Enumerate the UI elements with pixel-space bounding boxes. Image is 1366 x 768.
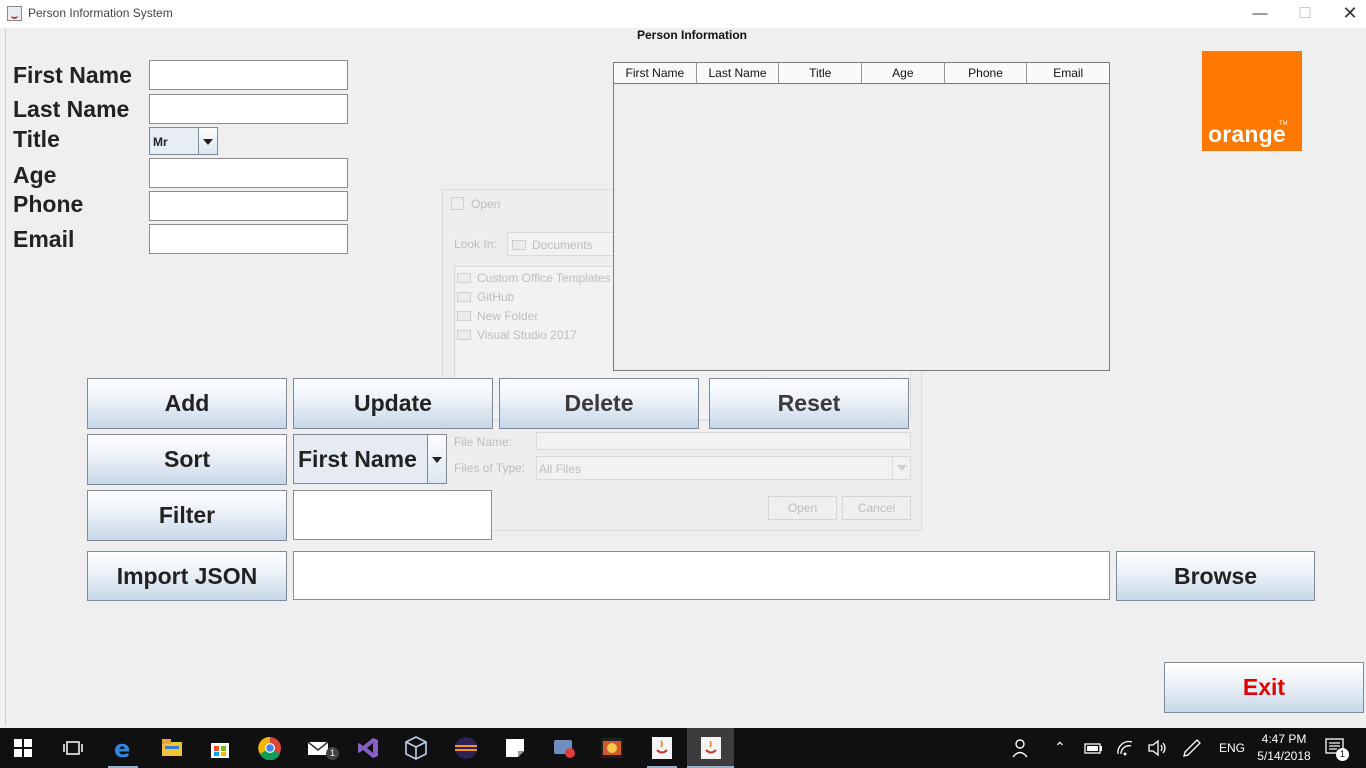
clock-date[interactable]: 5/14/2018 [1253,749,1315,763]
sticky-notes-icon[interactable] [503,736,527,760]
folder-icon [457,273,471,283]
title-select-value: Mr [153,135,168,149]
eclipse-icon[interactable] [454,736,478,760]
list-item[interactable]: New Folder [457,309,538,323]
table-header: First Name Last Name Title Age Phone Ema… [614,63,1109,84]
volume-icon[interactable] [1146,736,1170,760]
email-field[interactable] [149,224,348,254]
chevron-up-icon[interactable]: ⌃ [1054,739,1066,756]
java-app-icon [7,6,22,21]
sort-by-select[interactable]: First Name [293,434,447,484]
title-bar: Person Information System — ☐ ✕ [0,0,1366,28]
sort-button[interactable]: Sort [87,434,287,485]
title-label: Title [13,126,60,152]
chevron-down-icon[interactable] [427,435,446,483]
dialog-open-button[interactable]: Open [768,496,837,520]
svg-text:e: e [114,736,130,760]
first-name-label: First Name [13,62,132,88]
minimize-button[interactable]: — [1237,0,1283,28]
add-button[interactable]: Add [87,378,287,429]
folder-icon [512,240,526,250]
virtualbox-icon[interactable] [404,736,428,760]
json-path-input[interactable] [293,551,1110,600]
list-item[interactable]: Custom Office Templates [457,271,611,285]
first-name-field[interactable] [149,60,348,90]
column-header-email[interactable]: Email [1027,63,1109,83]
visual-studio-icon[interactable] [356,736,380,760]
chrome-icon[interactable] [258,736,282,760]
taskbar: e 1 ⌃ ENG 4:47 PM 5/14/2018 1 [0,728,1366,768]
window-title: Person Information System [28,6,173,20]
column-header-title[interactable]: Title [779,63,863,83]
column-header-last-name[interactable]: Last Name [697,63,780,83]
folder-name: GitHub [477,290,515,304]
folder-name: New Folder [477,309,539,323]
files-of-type-select[interactable]: All Files [536,456,911,480]
people-icon[interactable] [1010,736,1034,760]
chevron-down-icon[interactable] [198,128,217,154]
browse-button[interactable]: Browse [1116,551,1315,601]
file-name-field[interactable] [536,432,911,450]
dialog-title: Open [471,197,501,211]
logo-trademark: TM [1279,121,1288,127]
folder-icon [457,292,471,302]
files-of-type-value: All Files [539,462,582,476]
age-field[interactable] [149,158,348,188]
last-name-field[interactable] [149,94,348,124]
windows-start-icon[interactable] [14,739,32,757]
java-app-icon[interactable] [699,736,723,760]
dialog-cancel-button[interactable]: Cancel [842,496,911,520]
delete-button[interactable]: Delete [499,378,699,429]
reset-button[interactable]: Reset [709,378,909,429]
wifi-icon[interactable] [1114,736,1138,760]
task-view-icon[interactable] [61,736,85,760]
game-icon[interactable] [600,736,624,760]
title-select[interactable]: Mr [149,127,218,155]
chevron-down-icon[interactable] [892,457,910,479]
last-name-label: Last Name [13,96,130,122]
maximize-button[interactable]: ☐ [1282,0,1328,28]
filter-button[interactable]: Filter [87,490,287,541]
snipping-tool-icon[interactable] [552,736,576,760]
person-table[interactable]: First Name Last Name Title Age Phone Ema… [613,62,1110,371]
file-explorer-icon[interactable] [160,736,184,760]
exit-button[interactable]: Exit [1164,662,1364,713]
folder-icon [457,330,471,340]
update-button[interactable]: Update [293,378,493,429]
files-of-type-label: Files of Type: [454,461,526,475]
filter-input[interactable] [293,490,492,540]
mail-badge: 1 [326,747,339,760]
java-app-icon[interactable] [650,736,674,760]
orange-logo: orange TM [1202,51,1302,151]
column-header-first-name[interactable]: First Name [614,63,697,83]
import-json-button[interactable]: Import JSON [87,551,287,601]
notification-badge: 1 [1336,748,1349,761]
look-in-value: Documents [532,238,593,252]
column-header-age[interactable]: Age [862,63,945,83]
pen-workspace-icon[interactable] [1180,736,1204,760]
folder-name: Custom Office Templates [477,271,611,285]
java-dialog-icon [451,197,464,210]
look-in-label: Look In: [454,237,497,251]
list-item[interactable]: Visual Studio 2017 [457,328,577,342]
phone-label: Phone [13,191,84,217]
sort-by-value: First Name [298,446,417,472]
language-indicator[interactable]: ENG [1219,741,1245,755]
email-label: Email [13,226,75,252]
folder-name: Visual Studio 2017 [477,328,577,342]
close-window-button[interactable]: ✕ [1327,0,1366,28]
battery-icon[interactable] [1082,736,1106,760]
phone-field[interactable] [149,191,348,221]
file-name-label: File Name: [454,435,513,449]
edge-browser-icon[interactable]: e [111,736,135,760]
store-icon[interactable] [208,736,232,760]
age-label: Age [13,162,57,188]
list-item[interactable]: GitHub [457,290,514,304]
section-title: Person Information [637,28,748,42]
clock-time[interactable]: 4:47 PM [1258,732,1310,746]
logo-text: orange [1208,121,1286,147]
folder-icon [457,311,471,321]
column-header-phone[interactable]: Phone [945,63,1028,83]
